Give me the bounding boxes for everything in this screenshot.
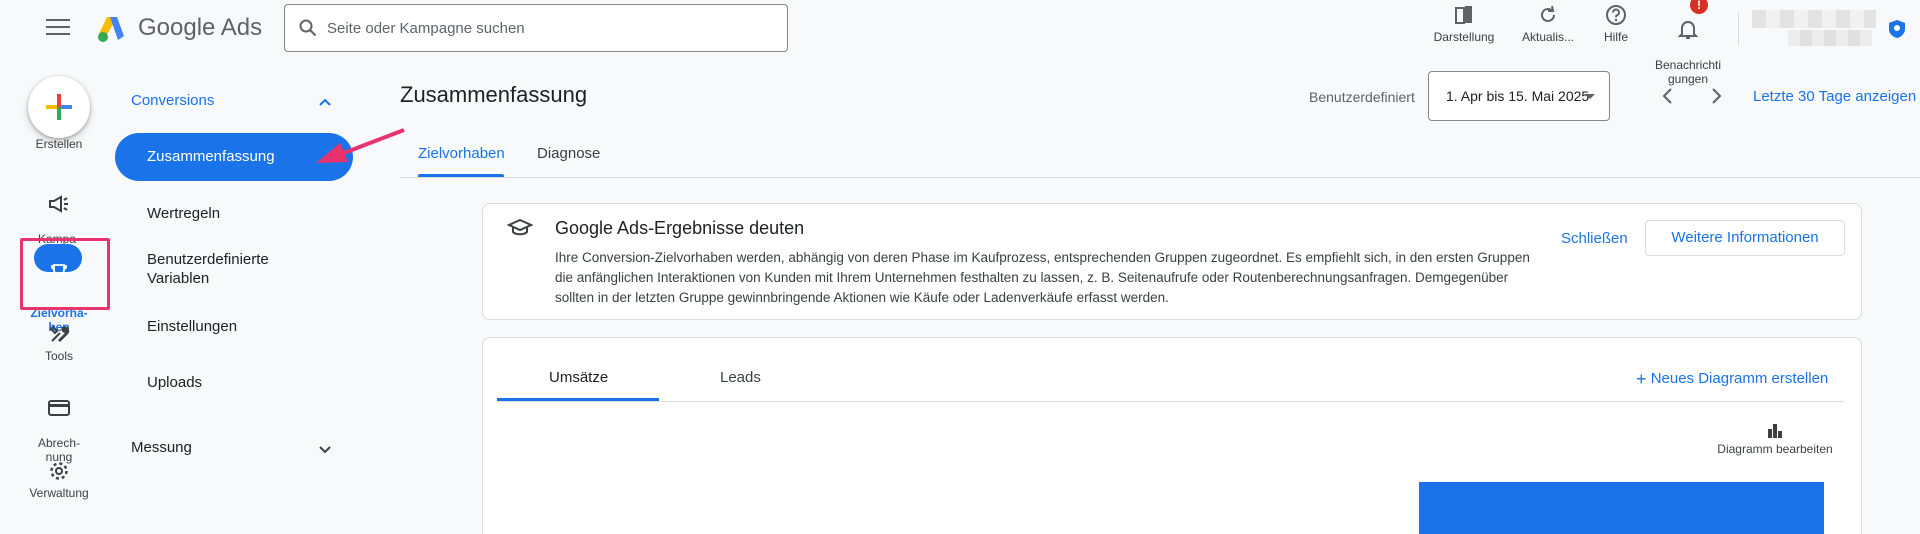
- rail-item-billing[interactable]: Abrech- nung: [11, 384, 107, 464]
- new-chart-button[interactable]: + Neues Diagramm erstellen: [1636, 369, 1828, 390]
- annotation-highlight-box: [20, 238, 110, 310]
- close-button[interactable]: Schließen: [1561, 230, 1628, 247]
- refresh-icon: [1541, 5, 1555, 22]
- refresh-button[interactable]: Aktualis...: [1508, 4, 1588, 44]
- appearance-label: Darstellung: [1433, 30, 1495, 44]
- rail-label-tools: Tools: [44, 349, 73, 363]
- info-card-title: Google Ads-Ergebnisse deuten: [555, 218, 805, 238]
- menu-icon[interactable]: [46, 19, 70, 37]
- subnav-group-conversions[interactable]: Conversions: [131, 92, 214, 109]
- appearance-button[interactable]: Darstellung: [1424, 4, 1504, 44]
- notifications-label: Benachrichti gungen: [1654, 58, 1722, 86]
- new-chart-label: Neues Diagramm erstellen: [1650, 370, 1829, 387]
- page-title: Zusammenfassung: [400, 82, 588, 107]
- plus-icon: +: [1636, 369, 1647, 389]
- bell-icon: [1677, 21, 1699, 39]
- refresh-label: Aktualis...: [1521, 30, 1575, 44]
- graduation-cap-icon: [506, 217, 534, 244]
- help-icon: [1606, 5, 1626, 25]
- credit-card-icon: [48, 400, 70, 416]
- next-period-icon[interactable]: [1708, 86, 1724, 111]
- subnav-item-uploads[interactable]: Uploads: [147, 373, 202, 392]
- tab-leads[interactable]: Leads: [720, 369, 761, 386]
- help-button[interactable]: Hilfe: [1586, 4, 1646, 44]
- subnav-group-measurement[interactable]: Messung: [131, 438, 192, 457]
- tab-sales[interactable]: Umsätze: [549, 369, 608, 386]
- last-30-days-link[interactable]: Letzte 30 Tage anzeigen: [1753, 88, 1916, 105]
- chevron-down-icon[interactable]: [318, 442, 332, 460]
- help-label: Hilfe: [1603, 30, 1628, 44]
- search-icon: [299, 19, 317, 37]
- tabs-divider: [400, 177, 1920, 178]
- subnav-item-settings[interactable]: Einstellungen: [147, 317, 237, 336]
- tab-diagnosis[interactable]: Diagnose: [537, 145, 600, 162]
- search-input[interactable]: [327, 5, 777, 51]
- appearance-icon: [1455, 6, 1472, 24]
- chart-tabs-divider: [497, 401, 1844, 402]
- bar-chart-icon: [1768, 424, 1782, 438]
- more-info-button[interactable]: Weitere Informationen: [1645, 220, 1845, 256]
- gear-icon: [50, 462, 68, 480]
- chart-bar: [1419, 482, 1824, 534]
- rail-label-admin: Verwaltung: [29, 486, 89, 500]
- megaphone-icon: [49, 195, 68, 213]
- plus-icon: [46, 94, 72, 120]
- account-avatar-icon[interactable]: [1886, 18, 1908, 40]
- edit-chart-label: Diagramm bearbeiten: [1717, 442, 1833, 456]
- info-card-body: Ihre Conversion-Zielvorhaben werden, abh…: [555, 250, 1530, 305]
- google-ads-logo: [96, 14, 126, 44]
- date-range-type: Benutzerdefiniert: [1309, 89, 1415, 105]
- rail-item-admin[interactable]: Verwaltung: [11, 460, 107, 500]
- create-button[interactable]: [28, 76, 90, 138]
- create-label: Erstellen: [35, 137, 83, 151]
- subnav-item-custom-variables[interactable]: Benutzerdefinierte Variablen: [147, 250, 269, 288]
- date-range-value: 1. Apr bis 15. Mai 2025: [1446, 88, 1590, 104]
- account-info-blurred[interactable]: [1752, 10, 1876, 28]
- edit-chart-button[interactable]: Diagramm bearbeiten: [1700, 422, 1850, 456]
- search-box[interactable]: [284, 4, 788, 52]
- chevron-up-icon[interactable]: [318, 94, 332, 112]
- subnav-item-value-rules[interactable]: Wertregeln: [147, 204, 220, 223]
- tools-icon: [49, 325, 70, 342]
- tab-goals[interactable]: Zielvorhaben: [418, 145, 505, 162]
- notifications-button[interactable]: Benachrichti gungen: [1642, 4, 1734, 86]
- account-id-blurred: [1788, 30, 1872, 46]
- rail-item-tools[interactable]: Tools: [11, 323, 107, 363]
- app-name: Google Ads: [138, 14, 263, 41]
- dropdown-arrow-icon: [1585, 94, 1595, 99]
- header-divider: [1738, 12, 1739, 46]
- previous-period-icon[interactable]: [1660, 86, 1676, 111]
- annotation-arrow: [310, 126, 410, 175]
- date-range-select[interactable]: 1. Apr bis 15. Mai 2025: [1428, 71, 1610, 121]
